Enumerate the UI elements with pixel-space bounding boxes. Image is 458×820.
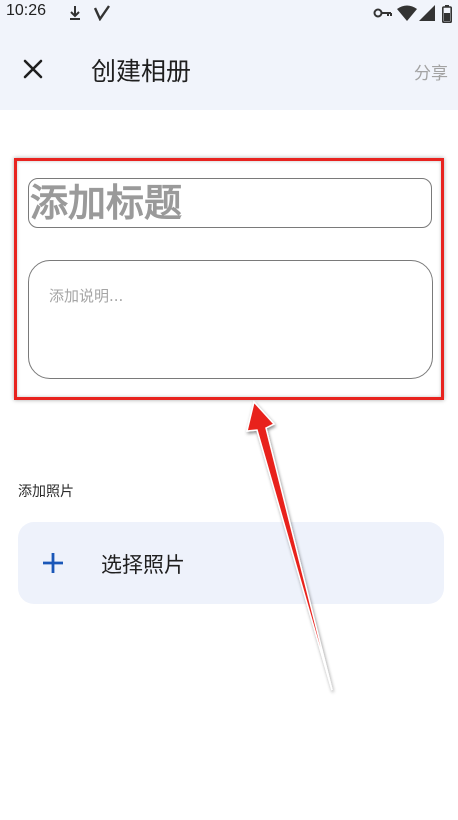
select-photos-button[interactable]: 选择照片 [18, 522, 444, 604]
download-arrow-icon [70, 6, 80, 20]
signal-icon [419, 5, 435, 21]
battery-icon [442, 5, 452, 23]
annotation-arrow [246, 400, 333, 691]
status-bar: 10:26 [0, 0, 458, 28]
close-icon [23, 59, 43, 79]
wifi-icon [397, 5, 417, 21]
plus-icon [43, 553, 63, 573]
status-time: 10:26 [6, 2, 47, 19]
key-icon [373, 8, 392, 18]
share-button[interactable]: 分享 [414, 59, 448, 84]
select-photos-label: 选择照片 [101, 553, 185, 577]
close-button[interactable] [16, 52, 50, 86]
add-photos-label: 添加照片 [18, 484, 74, 500]
page-title: 创建相册 [91, 57, 192, 86]
vpn-check-icon [94, 5, 110, 21]
app-bar: 创建相册 分享 [0, 28, 458, 110]
album-description-input[interactable] [28, 260, 433, 379]
album-title-input[interactable] [28, 178, 432, 228]
